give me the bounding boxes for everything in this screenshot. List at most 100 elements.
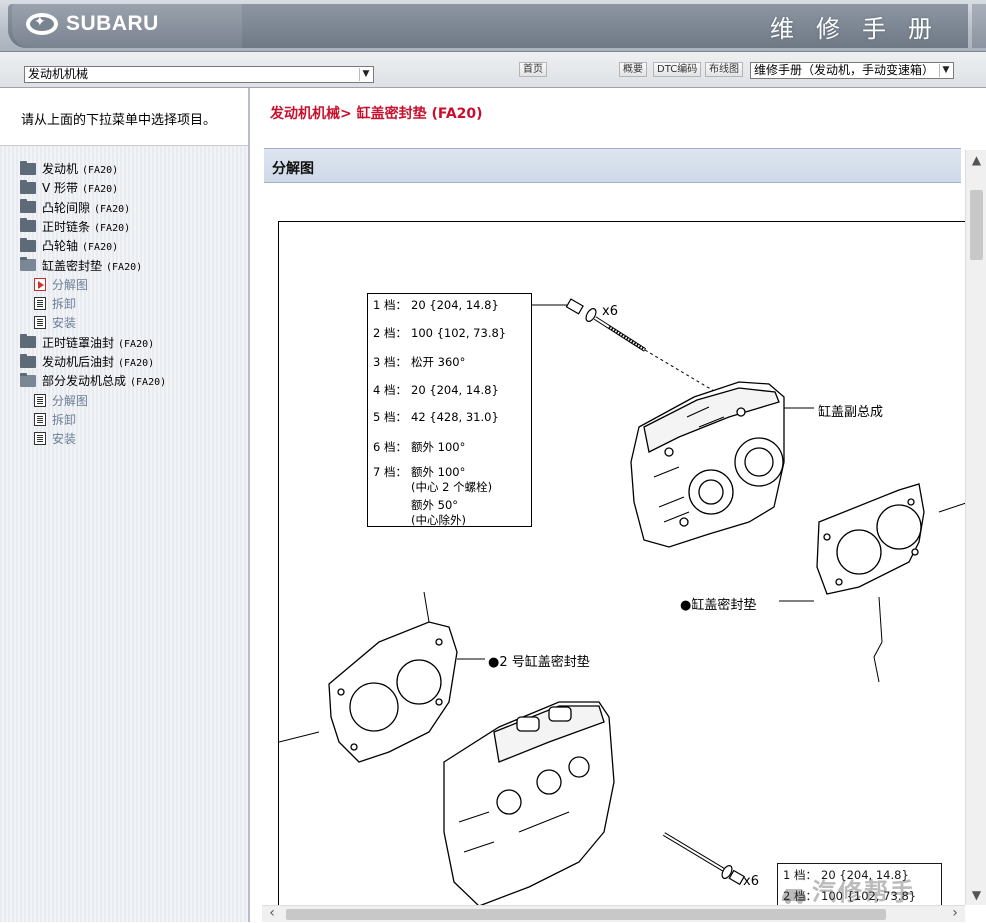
vertical-scroll-thumb[interactable] (970, 190, 983, 260)
tree-item-text: 发动机 (42, 162, 79, 176)
tree-doc-item[interactable]: 安装 (34, 429, 76, 448)
break-line-right (873, 596, 883, 683)
torque-row: (中心 2 个螺栓) (373, 479, 492, 495)
tree-folder-item[interactable]: 正时链条 (FA20) (20, 217, 130, 236)
overview-button[interactable]: 概要 (619, 62, 647, 77)
header-right-cap (972, 4, 986, 48)
torque-row: 4 档： 20 {204, 14.8} (373, 382, 499, 398)
section-select-value: 发动机机械 (28, 67, 89, 81)
torque-row: 6 档： 额外 100° (373, 439, 465, 455)
break-line-left (279, 731, 320, 743)
folder-open-icon (20, 372, 36, 387)
tree-item-label: 部分发动机总成 (FA20) (42, 372, 166, 389)
horizontal-scroll-thumb[interactable] (286, 909, 886, 920)
tree-item-label: 发动机后油封 (FA20) (42, 353, 154, 370)
folder-icon (20, 218, 36, 233)
manual-select-value: 维修手册（发动机，手动变速箱） (754, 63, 935, 77)
tree-folder-item[interactable]: 凸轮间隙 (FA20) (20, 198, 130, 217)
tree-doc-item[interactable]: 分解图 (34, 391, 88, 410)
chevron-down-icon[interactable]: ▼ (939, 64, 952, 77)
vertical-scrollbar[interactable]: ▲ ▼ (965, 150, 986, 905)
home-button[interactable]: 首页 (519, 62, 547, 77)
tree-folder-item[interactable]: 发动机 (FA20) (20, 159, 118, 178)
tree-folder-item[interactable]: 发动机后油封 (FA20) (20, 352, 154, 371)
cylinder-head-lower (443, 701, 615, 905)
folder-icon (20, 237, 36, 252)
folder-icon (20, 199, 36, 214)
subaru-logo: SUBARU (26, 12, 159, 36)
tree-item-text: 安装 (52, 432, 77, 447)
tree-item-code: (FA20) (82, 184, 119, 196)
torque-row: 1 档： 20 {204, 14.8} (373, 297, 499, 313)
tree-doc-item[interactable]: 拆卸 (34, 410, 76, 429)
torque-step: 1 档： (373, 298, 407, 312)
sidebar: 请从上面的下拉菜单中选择项目。 发动机 (FA20) V 形带 (FA20) 凸轮间隙(… (0, 88, 250, 922)
subaru-star-icon (26, 13, 58, 35)
tree-folder-item[interactable]: 凸轮轴 (FA20) (20, 236, 118, 255)
document-icon (34, 297, 46, 311)
torque-step: 2 档： (373, 326, 407, 340)
tree-item-code: (FA20) (130, 377, 167, 389)
gasket-no2-callout: ●2 号缸盖密封垫 (488, 655, 590, 670)
tree-item-label: 分解图 (52, 276, 88, 293)
torque-value: 额外 50° (411, 498, 459, 512)
scroll-right-icon[interactable]: › (945, 906, 965, 923)
tree-item-text: 部分发动机总成 (42, 374, 127, 389)
tree-doc-item[interactable]: 拆卸 (34, 294, 76, 313)
tree-item-text: 发动机后油封 (42, 355, 115, 369)
torque-row: (中心除外) (373, 512, 466, 528)
horizontal-scrollbar[interactable]: ‹ › (262, 905, 965, 922)
gasket-callout: ●缸盖密封垫 (680, 598, 757, 613)
wiring-diagram-button[interactable]: 布线图 (705, 62, 743, 77)
scroll-down-icon[interactable]: ▼ (966, 885, 986, 905)
tree-item-code: (FA20) (94, 203, 131, 215)
brand-wordmark: SUBARU (66, 12, 159, 35)
tree-folder-item[interactable]: 缸盖密封垫 (FA20) (20, 256, 142, 275)
section-select[interactable]: 发动机机械 ▼ (24, 66, 374, 83)
scroll-left-icon[interactable]: ‹ (262, 906, 282, 923)
tree-item-code: (FA20) (82, 242, 119, 254)
tree-folder-item[interactable]: V 形带 (FA20) (20, 178, 118, 197)
tree-folder-item[interactable]: 部分发动机总成 (FA20) (20, 371, 166, 390)
tree-doc-item[interactable]: 安装 (34, 313, 76, 332)
torque-row: 3 档： 松开 360° (373, 354, 465, 370)
manual-select[interactable]: 维修手册（发动机，手动变速箱） ▼ (750, 62, 954, 79)
tree-item-code: (FA20) (106, 261, 143, 273)
tree-item-text: 拆卸 (52, 297, 77, 312)
tree-folder-item[interactable]: 正时链罩油封 (FA20) (20, 333, 154, 352)
scroll-up-icon[interactable]: ▲ (966, 150, 986, 170)
tree-item-label: 安装 (52, 430, 76, 447)
bolt-bottom (662, 832, 746, 886)
watermark: 汽修帮手 (780, 872, 916, 907)
tree-item-label: 缸盖密封垫 (FA20) (42, 257, 142, 274)
bolt-quantity-top: x6 (602, 304, 618, 319)
chevron-down-icon[interactable]: ▼ (359, 68, 372, 81)
tree-item-label: 拆卸 (52, 295, 76, 312)
torque-row: 额外 50° (373, 497, 458, 513)
dtc-code-button[interactable]: DTC编码 (653, 62, 702, 77)
torque-table: 1 档： 20 {204, 14.8} 2 档： 100 {102, 73.8} 3 档… (367, 293, 532, 527)
torque-value: 额外 100° (411, 465, 466, 479)
breadcrumb[interactable]: 发动机机械> 缸盖密封垫 (FA20) (270, 103, 483, 123)
folder-open-icon (20, 257, 36, 271)
document-icon (34, 316, 46, 330)
tree-item-text: 正时链条 (42, 219, 91, 234)
gasket-lower (328, 621, 458, 763)
tree-item-text: 凸轮间隙 (42, 200, 91, 215)
torque-value: 20 {204, 14.8} (411, 383, 499, 397)
sidebar-hint-box: 请从上面的下拉菜单中选择项目。 (0, 88, 248, 146)
tree-item-code: (FA20) (118, 338, 155, 350)
tree-item-label: 拆卸 (52, 411, 76, 428)
gasket-upper (816, 483, 925, 595)
tree-item-label: 发动机 (FA20) (42, 160, 118, 177)
bolt-quantity-bottom: x6 (743, 874, 759, 889)
tree-item-text: 缸盖密封垫 (42, 258, 103, 273)
tree-doc-item[interactable]: 分解图 (34, 275, 88, 294)
tree-item-text: 分解图 (52, 277, 89, 292)
document-icon (34, 393, 46, 407)
torque-value: 100 {102, 73.8} (411, 326, 507, 340)
sub-assembly-callout: 缸盖副总成 (818, 405, 884, 420)
torque-row: 2 档： 100 {102, 73.8} (373, 325, 506, 341)
torque-value: (中心除外) (411, 513, 466, 527)
watermark-text: 汽修帮手 (812, 878, 916, 906)
